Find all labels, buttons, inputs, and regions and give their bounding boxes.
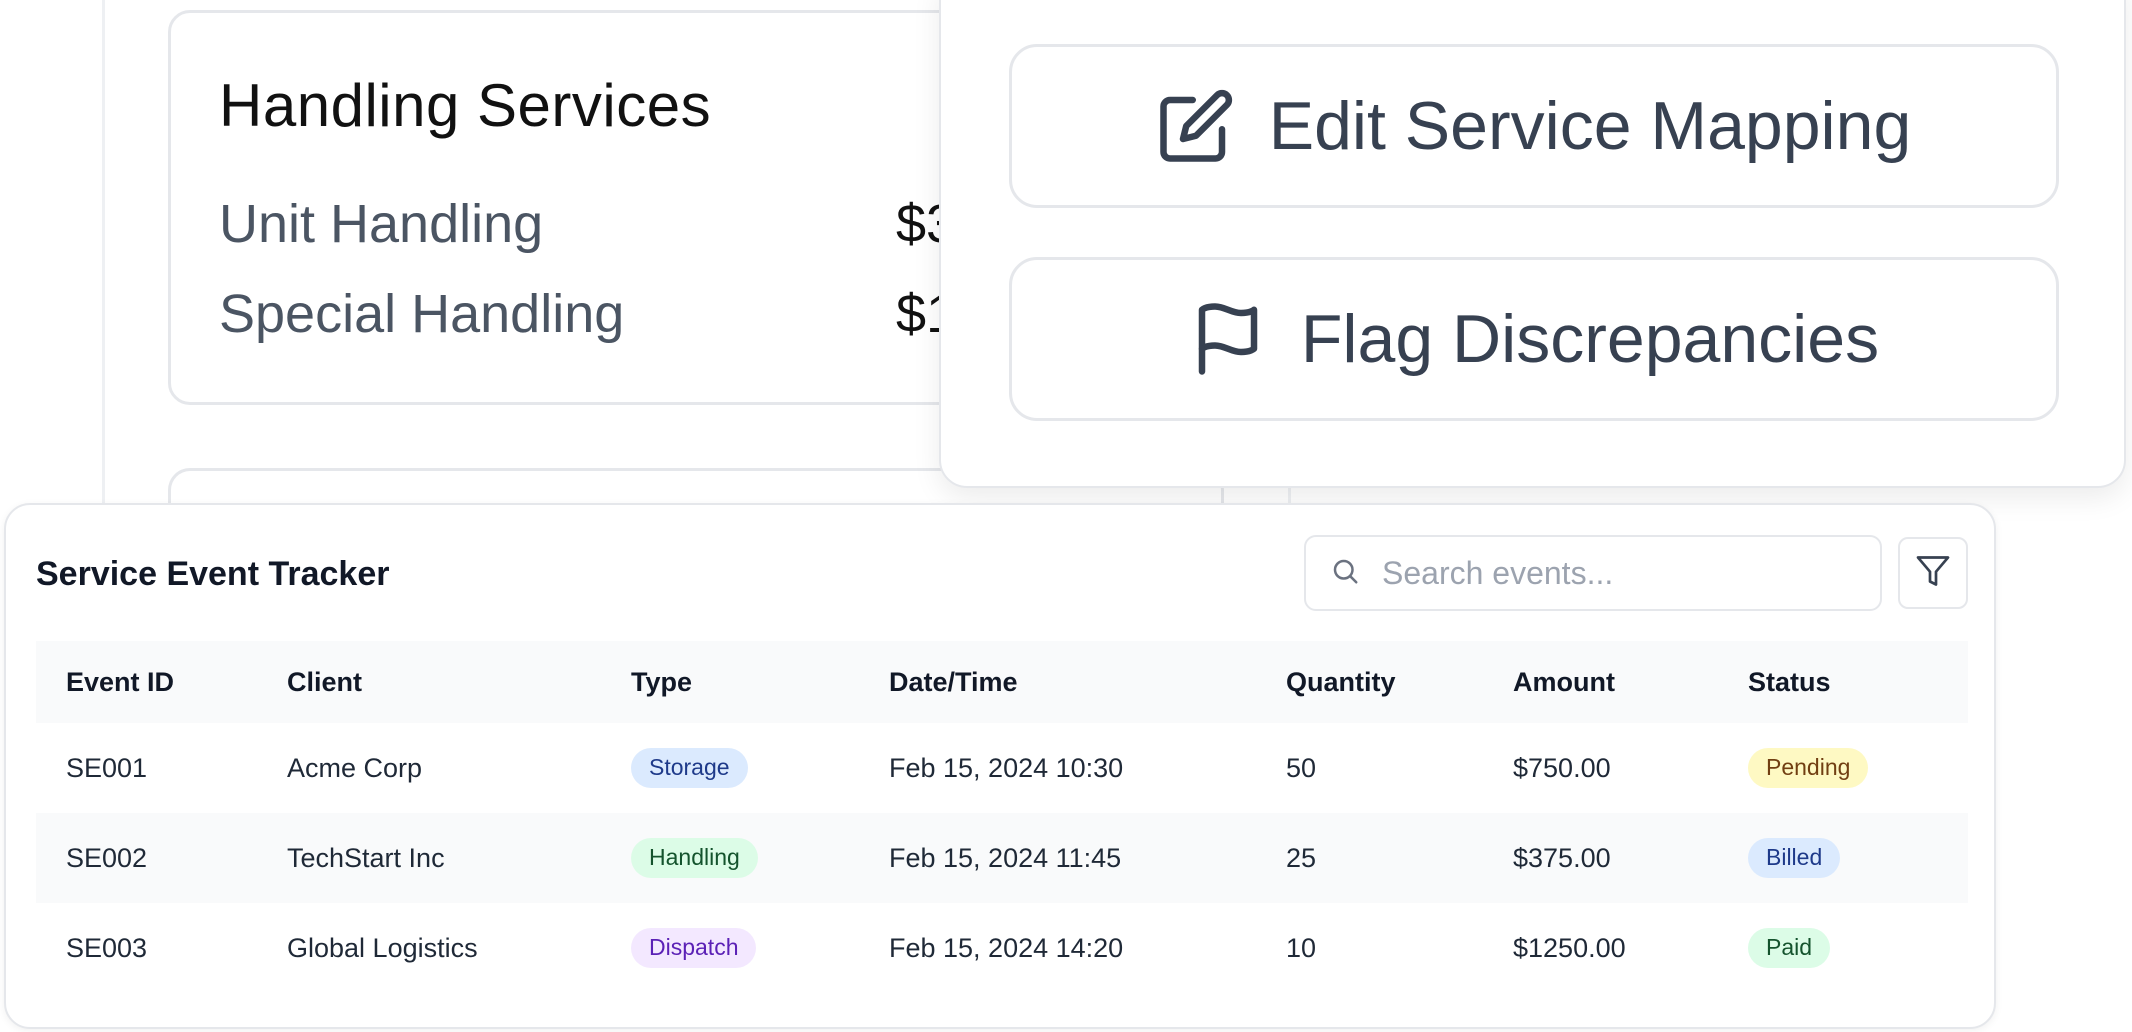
search-icon <box>1330 556 1360 591</box>
panel-title: Service Event Tracker <box>36 555 390 593</box>
filter-button[interactable] <box>1898 537 1968 609</box>
table-row[interactable]: SE002 TechStart Inc Handling Feb 15, 202… <box>36 813 1968 903</box>
quantity-cell: 50 <box>1286 752 1317 783</box>
status-cell: Billed <box>1718 838 1968 878</box>
flag-icon <box>1189 300 1267 378</box>
events-table: Event ID Client Type Date/Time Quantity … <box>36 641 1968 993</box>
table-row[interactable]: SE003 Global Logistics Dispatch Feb 15, … <box>36 903 1968 993</box>
amount-cell: $375.00 <box>1513 842 1611 873</box>
edit-service-mapping-label: Edit Service Mapping <box>1268 88 1912 164</box>
actions-popover: Edit Service Mapping Flag Discrepancies <box>939 0 2126 488</box>
type-cell: Dispatch <box>601 928 859 968</box>
client-cell: TechStart Inc <box>287 842 445 873</box>
pencil-square-icon <box>1157 87 1235 165</box>
search-input[interactable] <box>1380 553 1844 593</box>
datetime-cell: Feb 15, 2024 11:45 <box>889 842 1122 873</box>
status-badge: Pending <box>1748 748 1869 788</box>
client-cell: Acme Corp <box>287 752 423 783</box>
event-id-cell: SE003 <box>66 932 148 963</box>
event-id-cell: SE002 <box>66 842 148 873</box>
type-cell: Handling <box>601 838 859 878</box>
search-box[interactable] <box>1304 535 1882 611</box>
filter-icon <box>1915 553 1951 594</box>
type-badge: Handling <box>631 838 758 878</box>
status-cell: Pending <box>1718 748 1968 788</box>
special-handling-label: Special Handling <box>219 284 625 344</box>
event-id-cell: SE001 <box>66 752 148 783</box>
client-cell: Global Logistics <box>287 932 478 963</box>
datetime-cell: Feb 15, 2024 14:20 <box>889 932 1124 963</box>
flag-discrepancies-button[interactable]: Flag Discrepancies <box>1009 257 2059 421</box>
background-rail <box>102 0 105 540</box>
service-event-tracker-panel: Service Event Tracker Event ID Client Ty… <box>4 503 1996 1029</box>
type-cell: Storage <box>601 748 859 788</box>
amount-cell: $750.00 <box>1513 752 1611 783</box>
quantity-cell: 10 <box>1286 932 1317 963</box>
quantity-cell: 25 <box>1286 842 1317 873</box>
header-quantity[interactable]: Quantity <box>1256 667 1483 698</box>
flag-discrepancies-label: Flag Discrepancies <box>1300 301 1880 377</box>
table-header: Event ID Client Type Date/Time Quantity … <box>36 641 1968 723</box>
header-status[interactable]: Status <box>1718 667 1968 698</box>
amount-cell: $1250.00 <box>1513 932 1626 963</box>
header-event-id[interactable]: Event ID <box>36 667 257 698</box>
status-cell: Paid <box>1718 928 1968 968</box>
type-badge: Dispatch <box>631 928 757 968</box>
unit-handling-label: Unit Handling <box>219 194 544 254</box>
header-type[interactable]: Type <box>601 667 859 698</box>
header-amount[interactable]: Amount <box>1483 667 1718 698</box>
header-datetime[interactable]: Date/Time <box>859 667 1256 698</box>
datetime-cell: Feb 15, 2024 10:30 <box>889 752 1124 783</box>
type-badge: Storage <box>631 748 748 788</box>
table-row[interactable]: SE001 Acme Corp Storage Feb 15, 2024 10:… <box>36 723 1968 813</box>
edit-service-mapping-button[interactable]: Edit Service Mapping <box>1009 44 2059 208</box>
card-title: Handling Services <box>219 72 712 139</box>
status-badge: Billed <box>1748 838 1841 878</box>
status-badge: Paid <box>1748 928 1831 968</box>
header-client[interactable]: Client <box>257 667 601 698</box>
